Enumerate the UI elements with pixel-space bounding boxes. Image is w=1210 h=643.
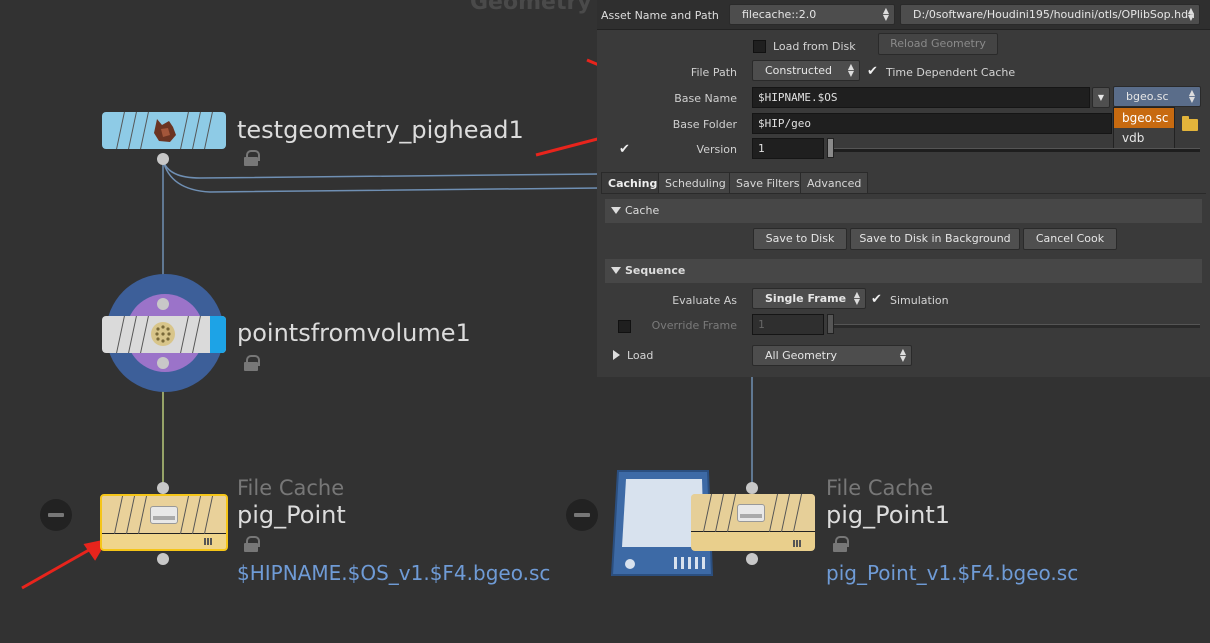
- base-name-field[interactable]: $HIPNAME.$OS: [752, 87, 1090, 108]
- load-section-header[interactable]: Load: [605, 345, 745, 365]
- lock-icon[interactable]: [244, 355, 260, 371]
- cache-section-header[interactable]: Cache: [605, 199, 1202, 223]
- version-label: Version: [696, 143, 737, 156]
- reload-geometry-button[interactable]: Reload Geometry: [878, 33, 998, 55]
- lock-icon[interactable]: [833, 536, 849, 552]
- node-body[interactable]: [102, 112, 226, 149]
- extension-value: bgeo.sc: [1126, 90, 1169, 103]
- node-body[interactable]: [691, 494, 815, 551]
- tab-advanced[interactable]: Advanced: [800, 172, 869, 194]
- save-to-disk-background-button[interactable]: Save to Disk in Background: [850, 228, 1020, 250]
- load-from-disk-label: Load from Disk: [773, 40, 856, 53]
- node-output-path: pig_Point_v1.$F4.bgeo.sc: [826, 561, 1079, 585]
- load-value: All Geometry: [765, 349, 837, 362]
- node-output-path: $HIPNAME.$OS_v1.$F4.bgeo.sc: [237, 561, 551, 585]
- asset-path-dropdown[interactable]: D:/0software/Houdini195/houdini/otls/OPl…: [900, 4, 1200, 25]
- time-dependent-check-icon[interactable]: ✔: [867, 65, 878, 78]
- arrow-cache-node: [21, 544, 97, 590]
- node-input-connector[interactable]: [157, 482, 169, 494]
- evaluate-as-dropdown[interactable]: Single Frame ▲ ▼: [752, 288, 866, 309]
- evaluate-as-label: Evaluate As: [672, 294, 737, 307]
- version-field[interactable]: 1: [752, 138, 824, 159]
- extension-dropdown-menu: bgeo.sc vdb: [1113, 107, 1175, 149]
- time-dependent-label: Time Dependent Cache: [886, 66, 1016, 79]
- hard-drive-icon: [150, 506, 178, 524]
- asset-name-value: filecache::2.0: [742, 8, 817, 21]
- node-name: testgeometry_pighead1: [237, 116, 524, 144]
- parameter-panel: Asset Name and Path filecache::2.0 ▲ ▼ D:…: [597, 0, 1210, 377]
- extension-dropdown[interactable]: bgeo.sc ▲ ▼: [1113, 86, 1201, 107]
- override-frame-label: Override Frame: [651, 319, 737, 332]
- version-slider[interactable]: [830, 148, 1200, 152]
- extension-option-bgeo-sc[interactable]: bgeo.sc: [1114, 108, 1174, 128]
- file-path-value: Constructed: [765, 64, 833, 77]
- bypass-toggle-icon[interactable]: [566, 499, 598, 531]
- extension-option-vdb[interactable]: vdb: [1114, 128, 1174, 148]
- bypass-toggle-icon[interactable]: [40, 499, 72, 531]
- display-flag[interactable]: [210, 316, 226, 353]
- cache-section-title: Cache: [625, 204, 660, 217]
- file-path-dropdown[interactable]: Constructed ▲ ▼: [752, 60, 860, 81]
- updown-icon: ▲ ▼: [899, 347, 906, 363]
- points-sphere-icon: [151, 322, 175, 346]
- wire-pighead-branch-1: [162, 159, 601, 179]
- override-frame-field[interactable]: 1: [752, 314, 824, 335]
- tab-save-filters[interactable]: Save Filters: [729, 172, 807, 194]
- node-output-connector[interactable]: [157, 357, 169, 369]
- sequence-section-title: Sequence: [625, 264, 686, 277]
- collapse-triangle-icon: [611, 207, 621, 214]
- stats-icon: [204, 538, 212, 545]
- version-slider-handle[interactable]: [827, 138, 834, 158]
- updown-icon: ▲ ▼: [853, 290, 860, 306]
- node-name: pointsfromvolume1: [237, 319, 471, 347]
- node-input-connector[interactable]: [157, 298, 169, 310]
- hard-drive-icon: [737, 504, 765, 522]
- node-name: pig_Point: [237, 501, 346, 529]
- node-body-selected[interactable]: [100, 494, 228, 551]
- stats-icon: [793, 540, 801, 547]
- folder-icon[interactable]: [1182, 116, 1198, 131]
- base-name-label: Base Name: [674, 92, 737, 105]
- pighead-icon: [154, 119, 176, 142]
- load-dropdown[interactable]: All Geometry ▲ ▼: [752, 345, 912, 366]
- updown-icon: ▲ ▼: [1187, 6, 1194, 22]
- tab-caching[interactable]: Caching: [601, 172, 665, 194]
- tab-scheduling[interactable]: Scheduling: [658, 172, 733, 194]
- load-from-disk-checkbox[interactable]: [753, 40, 766, 53]
- save-to-disk-button[interactable]: Save to Disk: [753, 228, 847, 250]
- simulation-check-icon[interactable]: ✔: [871, 293, 882, 306]
- asset-path-value: D:/0software/Houdini195/houdini/otls/OPl…: [913, 8, 1195, 21]
- base-name-menu-button[interactable]: ▼: [1092, 87, 1110, 108]
- override-frame-slider-handle[interactable]: [827, 314, 834, 334]
- node-type: File Cache: [237, 476, 345, 500]
- asset-name-dropdown[interactable]: filecache::2.0 ▲ ▼: [729, 4, 895, 25]
- lock-icon[interactable]: [244, 150, 260, 166]
- lock-icon[interactable]: [244, 536, 260, 552]
- expand-triangle-icon: [613, 350, 620, 360]
- evaluate-as-value: Single Frame: [765, 292, 847, 305]
- base-folder-field[interactable]: $HIP/geo: [752, 113, 1112, 134]
- updown-icon: ▲ ▼: [882, 6, 889, 22]
- override-frame-checkbox[interactable]: [618, 320, 631, 333]
- load-label: Load: [627, 349, 654, 362]
- node-name: pig_Point1: [826, 501, 950, 529]
- version-enable-check-icon[interactable]: ✔: [619, 143, 630, 156]
- node-output-connector[interactable]: [157, 153, 169, 165]
- sequence-section-header[interactable]: Sequence: [605, 259, 1202, 283]
- file-path-label: File Path: [690, 66, 737, 79]
- node-output-connector[interactable]: [157, 553, 169, 565]
- asset-name-label: Asset Name and Path: [601, 9, 719, 22]
- asset-bar: Asset Name and Path filecache::2.0 ▲ ▼ D:…: [597, 0, 1210, 30]
- simulation-label: Simulation: [890, 294, 949, 307]
- override-frame-slider[interactable]: [830, 324, 1200, 328]
- node-input-connector[interactable]: [746, 482, 758, 494]
- base-folder-label: Base Folder: [672, 118, 737, 131]
- node-body[interactable]: [102, 316, 226, 353]
- collapse-triangle-icon: [611, 267, 621, 274]
- node-type: File Cache: [826, 476, 934, 500]
- node-output-connector[interactable]: [746, 553, 758, 565]
- updown-icon: ▲ ▼: [1188, 88, 1195, 104]
- updown-icon: ▲ ▼: [847, 62, 854, 78]
- cancel-cook-button[interactable]: Cancel Cook: [1023, 228, 1117, 250]
